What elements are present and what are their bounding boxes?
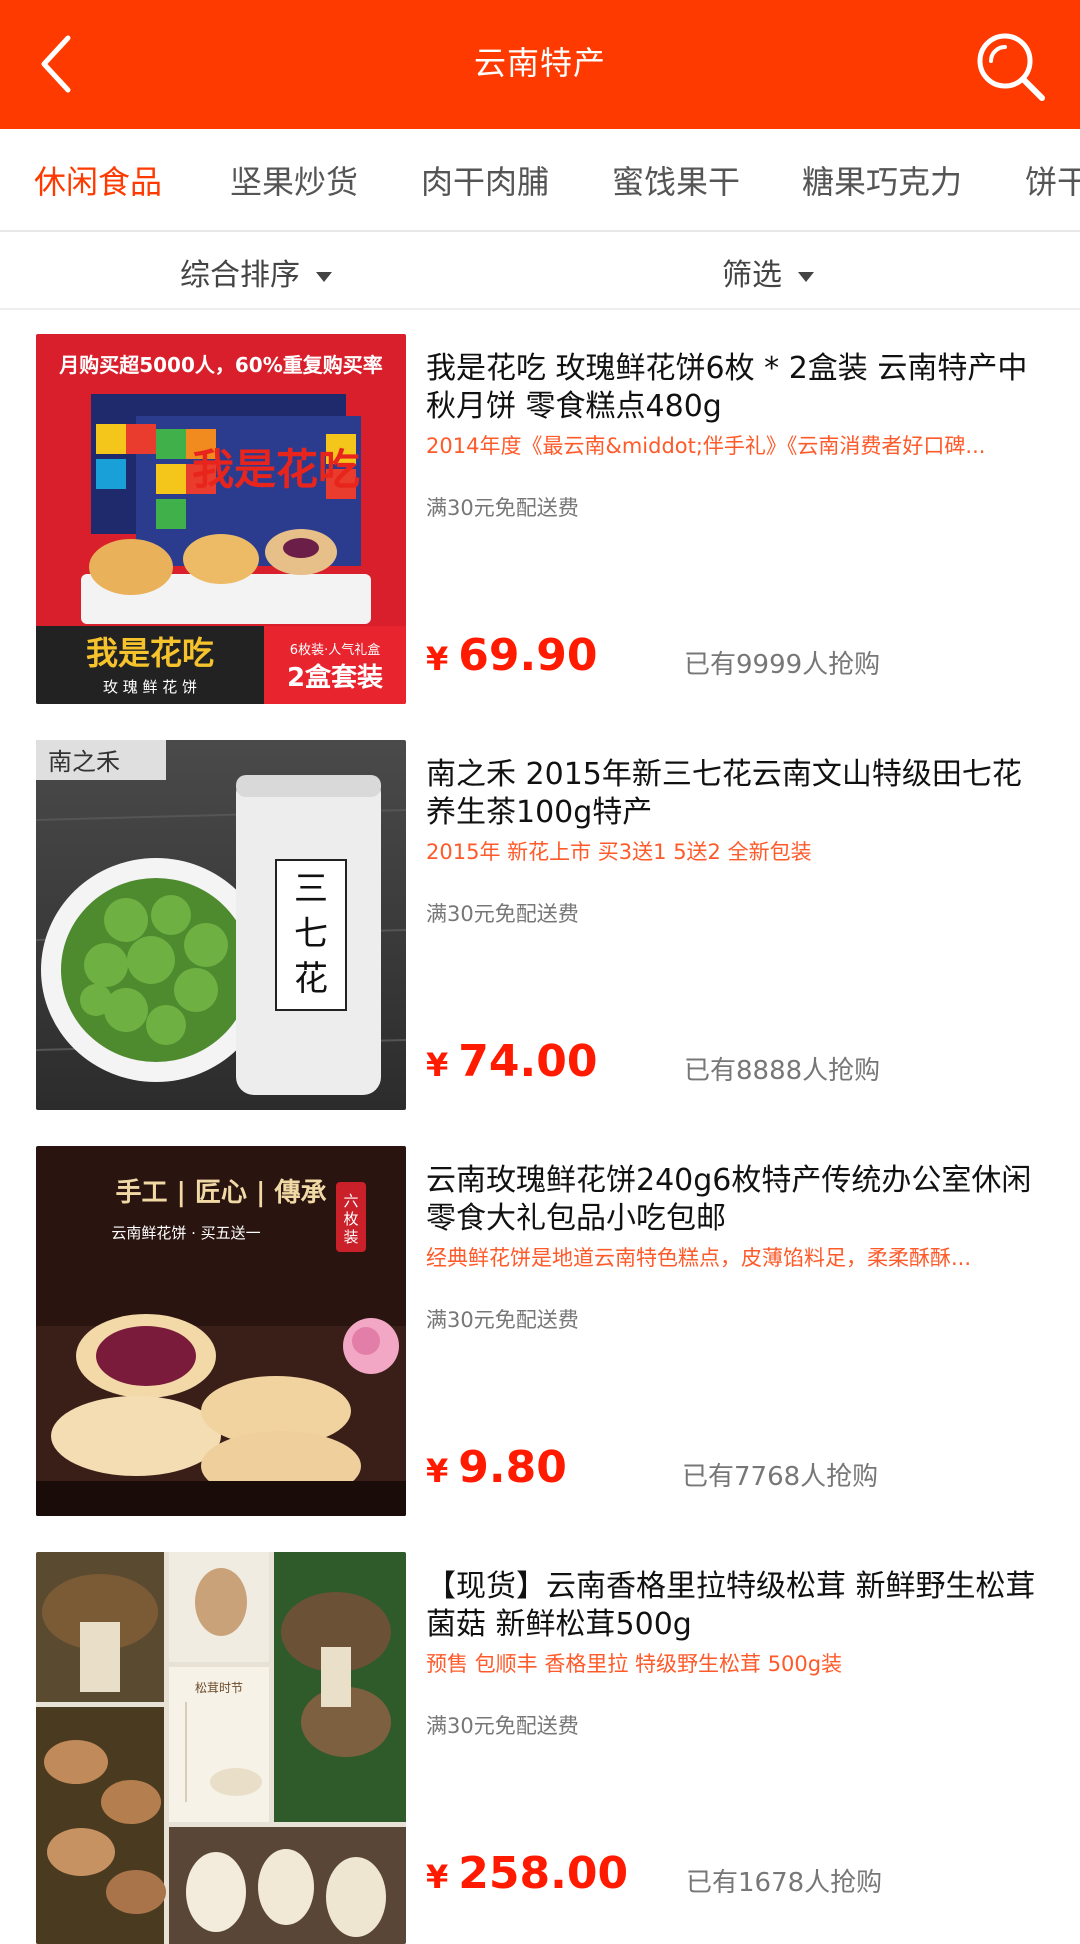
product-image[interactable]: 月购买超5000人，60%重复购买率 我是花吃 我是花吃 玫 瑰 鲜 花 饼 6… <box>36 334 406 704</box>
page-title: 云南特产 <box>473 44 606 82</box>
product-image[interactable]: 南之禾 三 七 花 <box>36 740 406 1110</box>
image-box-brand: 我是花吃 <box>192 445 360 494</box>
price-value: 9.80 <box>458 1442 567 1493</box>
currency-symbol: ¥ <box>426 1046 449 1084</box>
image-seal-char-2: 枚 <box>343 1210 358 1228</box>
product-card[interactable]: 手工 | 匠心 | 傳承 云南鲜花饼 · 买五送一 六 枚 装 云南玫瑰鲜花饼2… <box>0 1122 1080 1527</box>
product-card[interactable]: 南之禾 三 七 花 南之禾 2015年新三七花云南文山特级田七花养生茶100g特… <box>0 716 1080 1121</box>
currency-symbol: ¥ <box>426 640 449 678</box>
shipping-note: 满30元免配送费 <box>426 496 579 520</box>
product-desc: 预售 包顺丰 香格里拉 特级野生松茸 500g装 <box>426 1652 843 1676</box>
tab-leisure-food[interactable]: 休闲食品 <box>34 157 162 203</box>
tab-biscuits[interactable]: 饼干 <box>1025 157 1080 203</box>
sort-composite-label: 综合排序 <box>180 258 300 293</box>
product-desc: 经典鲜花饼是地道云南特色糕点，皮薄馅料足，柔柔酥酥... <box>426 1246 972 1270</box>
product-info: 南之禾 2015年新三七花云南文山特级田七花养生茶100g特产 2015年 新花… <box>426 756 1046 1106</box>
shipping-note: 满30元免配送费 <box>426 1714 579 1738</box>
image-can-char-1: 三 <box>294 869 328 909</box>
tab-candy[interactable]: 糖果巧克力 <box>802 157 962 203</box>
price-value: 74.00 <box>458 1036 598 1087</box>
sort-composite-button[interactable]: 综合排序 <box>180 250 332 294</box>
image-banner-text: 月购买超5000人，60%重复购买率 <box>58 353 383 377</box>
product-name[interactable]: 【现货】云南香格里拉特级松茸 新鲜野生松茸菌菇 新鲜松茸500g <box>426 1568 1046 1644</box>
category-tabs: 休闲食品 坚果炒货 肉干肉脯 蜜饯果干 糖果巧克力 饼干 <box>0 129 1080 232</box>
image-can-char-3: 花 <box>294 959 328 999</box>
caret-down-icon <box>798 271 814 282</box>
product-price: ¥258.00 <box>426 1848 628 1899</box>
image-seal-char-3: 装 <box>343 1228 358 1246</box>
filter-button[interactable]: 筛选 <box>722 250 814 294</box>
price-value: 258.00 <box>458 1848 629 1899</box>
image-brand-text: 南之禾 <box>48 748 120 776</box>
product-info: 【现货】云南香格里拉特级松茸 新鲜野生松茸菌菇 新鲜松茸500g 预售 包顺丰 … <box>426 1568 1046 1918</box>
shipping-note: 满30元免配送费 <box>426 902 579 926</box>
product-name[interactable]: 南之禾 2015年新三七花云南文山特级田七花养生茶100g特产 <box>426 756 1046 832</box>
currency-symbol: ¥ <box>426 1452 449 1490</box>
currency-symbol: ¥ <box>426 1858 449 1896</box>
product-name[interactable]: 云南玫瑰鲜花饼240g6枚特产传统办公室休闲零食大礼包品小吃包邮 <box>426 1162 1046 1238</box>
sold-count: 已有9999人抢购 <box>684 650 881 680</box>
image-sub-text: 玫 瑰 鲜 花 饼 <box>103 678 197 696</box>
image-poem-title: 松茸时节 <box>195 1681 243 1695</box>
product-desc: 2014年度《最云南&middot;伴手礼》《云南消费者好口碑... <box>426 434 986 458</box>
sold-count: 已有8888人抢购 <box>684 1056 881 1086</box>
sort-filter-bar: 综合排序 筛选 <box>0 232 1080 310</box>
caret-down-icon <box>316 271 332 282</box>
sold-count: 已有7768人抢购 <box>682 1462 879 1492</box>
product-name[interactable]: 我是花吃 玫瑰鲜花饼6枚 * 2盒装 云南特产中秋月饼 零食糕点480g <box>426 350 1046 426</box>
product-info: 我是花吃 玫瑰鲜花饼6枚 * 2盒装 云南特产中秋月饼 零食糕点480g 201… <box>426 350 1046 700</box>
image-seal-char-1: 六 <box>343 1192 358 1210</box>
top-app-bar: 云南特产 <box>0 0 1080 129</box>
product-price: ¥69.90 <box>426 630 597 681</box>
product-info: 云南玫瑰鲜花饼240g6枚特产传统办公室休闲零食大礼包品小吃包邮 经典鲜花饼是地… <box>426 1162 1046 1512</box>
product-price: ¥9.80 <box>426 1442 567 1493</box>
sold-count: 已有1678人抢购 <box>686 1868 883 1898</box>
price-value: 69.90 <box>458 630 598 681</box>
tab-dried-fruit[interactable]: 蜜饯果干 <box>612 157 740 203</box>
image-tag1-text: 6枚装·人气礼盒 <box>290 642 380 658</box>
shipping-note: 满30元免配送费 <box>426 1308 579 1332</box>
image-tag2-text: 2盒套装 <box>287 662 383 693</box>
image-headline: 手工 | 匠心 | 傳承 <box>115 1178 326 1208</box>
product-desc: 2015年 新花上市 买3送1 5送2 全新包装 <box>426 840 812 864</box>
image-subline: 云南鲜花饼 · 买五送一 <box>111 1224 260 1242</box>
search-icon[interactable] <box>972 28 1050 106</box>
tab-jerky[interactable]: 肉干肉脯 <box>421 157 549 203</box>
product-card[interactable]: 月购买超5000人，60%重复购买率 我是花吃 我是花吃 玫 瑰 鲜 花 饼 6… <box>0 310 1080 715</box>
product-price: ¥74.00 <box>426 1036 597 1087</box>
filter-label: 筛选 <box>722 258 782 293</box>
image-brand-text: 我是花吃 <box>86 634 214 672</box>
product-image[interactable]: 松茸时节 <box>36 1552 406 1944</box>
product-image[interactable]: 手工 | 匠心 | 傳承 云南鲜花饼 · 买五送一 六 枚 装 <box>36 1146 406 1516</box>
tab-nuts[interactable]: 坚果炒货 <box>230 157 358 203</box>
product-card[interactable]: 松茸时节 【现货】云南香格里拉特级松茸 新鲜野生松茸菌菇 新鲜松茸500g 预售… <box>0 1528 1080 1944</box>
image-can-char-2: 七 <box>294 914 328 954</box>
